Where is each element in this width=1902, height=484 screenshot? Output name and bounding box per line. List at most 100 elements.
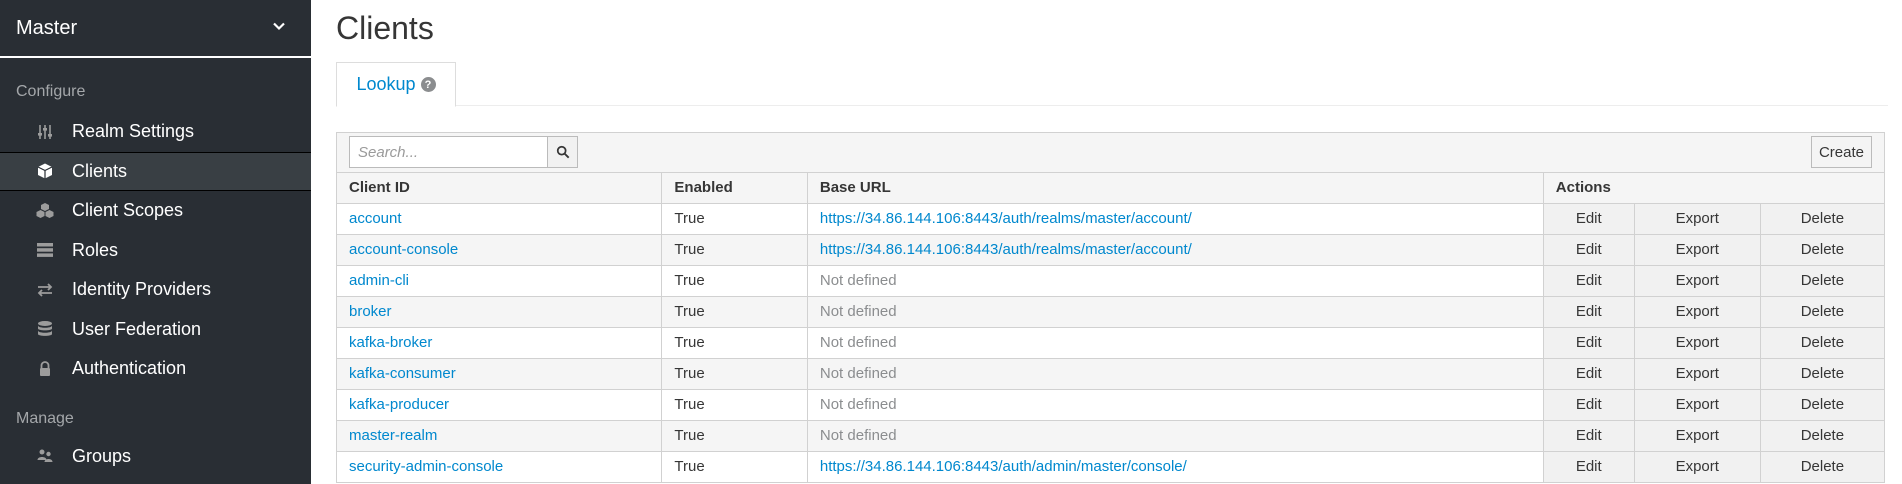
base-url-cell: Not defined bbox=[807, 389, 1544, 421]
export-button[interactable]: Export bbox=[1634, 358, 1761, 390]
sidebar-item-user-federation[interactable]: User Federation bbox=[0, 310, 311, 350]
client-id-link[interactable]: kafka-producer bbox=[349, 396, 449, 413]
sidebar-item-label: Identity Providers bbox=[72, 279, 212, 300]
base-url-cell: Not defined bbox=[807, 420, 1544, 452]
enabled-cell: True bbox=[661, 327, 808, 359]
export-button[interactable]: Export bbox=[1634, 203, 1761, 235]
manage-nav: Groups bbox=[0, 437, 311, 477]
edit-button[interactable]: Edit bbox=[1543, 234, 1635, 266]
delete-button[interactable]: Delete bbox=[1760, 296, 1884, 328]
base-url-link[interactable]: https://34.86.144.106:8443/auth/realms/m… bbox=[807, 234, 1544, 266]
realm-name: Master bbox=[16, 16, 78, 39]
delete-button[interactable]: Delete bbox=[1760, 265, 1884, 297]
create-button[interactable]: Create bbox=[1810, 136, 1872, 168]
edit-button[interactable]: Edit bbox=[1543, 420, 1635, 452]
client-id-link[interactable]: admin-cli bbox=[349, 272, 409, 289]
client-id-link[interactable]: account-console bbox=[349, 241, 458, 258]
sidebar-item-authentication[interactable]: Authentication bbox=[0, 349, 311, 389]
client-id-cell: broker bbox=[337, 296, 663, 328]
base-url-cell: Not defined bbox=[807, 265, 1544, 297]
tab-lookup-label: Lookup bbox=[356, 74, 416, 94]
configure-nav: Realm Settings Clients Client Scopes Roles I… bbox=[0, 112, 311, 389]
client-id-link[interactable]: security-admin-console bbox=[349, 458, 503, 475]
table-row: broker True Not defined Edit Export Delete bbox=[337, 296, 1884, 328]
client-id-cell: kafka-producer bbox=[337, 389, 663, 421]
base-url-cell: Not defined bbox=[807, 358, 1544, 390]
search-input[interactable] bbox=[349, 136, 547, 168]
app-layout: Master Configure Realm Settings Clients Cl… bbox=[0, 0, 1902, 484]
delete-button[interactable]: Delete bbox=[1760, 389, 1884, 421]
enabled-cell: True bbox=[661, 389, 808, 421]
tab-lookup[interactable]: Lookup ? bbox=[336, 62, 456, 107]
sidebar-item-client-scopes[interactable]: Client Scopes bbox=[0, 191, 311, 231]
table-row: security-admin-console True https://34.86.… bbox=[337, 451, 1884, 482]
sidebar-item-label: Client Scopes bbox=[72, 200, 184, 221]
edit-button[interactable]: Edit bbox=[1543, 358, 1635, 390]
client-id-cell: master-realm bbox=[337, 420, 663, 452]
manage-section-label: Manage bbox=[16, 409, 74, 427]
client-id-link[interactable]: master-realm bbox=[349, 427, 437, 444]
base-url-link[interactable]: https://34.86.144.106:8443/auth/realms/m… bbox=[807, 203, 1544, 235]
lock-icon bbox=[36, 360, 54, 378]
edit-button[interactable]: Edit bbox=[1543, 203, 1635, 235]
client-id-cell: security-admin-console bbox=[337, 451, 663, 482]
table-row: master-realm True Not defined Edit Export Del… bbox=[337, 420, 1884, 452]
delete-button[interactable]: Delete bbox=[1760, 451, 1884, 482]
delete-button[interactable]: Delete bbox=[1760, 327, 1884, 359]
export-button[interactable]: Export bbox=[1634, 265, 1761, 297]
delete-button[interactable]: Delete bbox=[1760, 203, 1884, 235]
search-button[interactable] bbox=[547, 136, 578, 168]
export-button[interactable]: Export bbox=[1634, 234, 1761, 266]
enabled-cell: True bbox=[661, 265, 808, 297]
client-id-cell: account bbox=[337, 203, 663, 235]
edit-button[interactable]: Edit bbox=[1543, 389, 1635, 421]
edit-button[interactable]: Edit bbox=[1543, 451, 1635, 482]
client-id-link[interactable]: account bbox=[349, 210, 402, 227]
clients-table-panel: Create Client ID Enabled Base URL Action… bbox=[336, 132, 1885, 483]
export-button[interactable]: Export bbox=[1634, 451, 1761, 482]
sidebar-item-clients[interactable]: Clients bbox=[0, 151, 311, 191]
export-button[interactable]: Export bbox=[1634, 420, 1761, 452]
delete-button[interactable]: Delete bbox=[1760, 420, 1884, 452]
page-title: Clients bbox=[336, 10, 434, 46]
enabled-cell: True bbox=[661, 203, 808, 235]
edit-button[interactable]: Edit bbox=[1543, 327, 1635, 359]
column-header-base-url[interactable]: Base URL bbox=[807, 173, 1544, 204]
export-button[interactable]: Export bbox=[1634, 327, 1761, 359]
sidebar-item-roles[interactable]: Roles bbox=[0, 231, 311, 271]
column-header-enabled[interactable]: Enabled bbox=[661, 173, 808, 204]
database-icon bbox=[36, 320, 54, 338]
enabled-cell: True bbox=[661, 358, 808, 390]
help-icon[interactable]: ? bbox=[420, 77, 436, 92]
edit-button[interactable]: Edit bbox=[1543, 265, 1635, 297]
sidebar-item-identity-providers[interactable]: Identity Providers bbox=[0, 270, 311, 310]
table-row: kafka-broker True Not defined Edit Export Del… bbox=[337, 327, 1884, 359]
search-icon bbox=[556, 145, 569, 159]
realm-selector[interactable]: Master bbox=[0, 0, 311, 58]
client-id-link[interactable]: kafka-broker bbox=[349, 334, 432, 351]
sidebar-item-groups[interactable]: Groups bbox=[0, 437, 311, 477]
table-toolbar: Create bbox=[337, 133, 1884, 173]
sidebar-item-label: Authentication bbox=[72, 358, 187, 379]
client-id-link[interactable]: broker bbox=[349, 303, 392, 320]
configure-section-label: Configure bbox=[16, 83, 86, 100]
delete-button[interactable]: Delete bbox=[1760, 358, 1884, 390]
chevron-down-icon bbox=[271, 17, 287, 40]
enabled-cell: True bbox=[661, 451, 808, 482]
sidebar-item-label: Roles bbox=[72, 239, 119, 260]
export-button[interactable]: Export bbox=[1634, 296, 1761, 328]
edit-button[interactable]: Edit bbox=[1543, 296, 1635, 328]
sidebar-item-realm-settings[interactable]: Realm Settings bbox=[0, 112, 311, 152]
search-box bbox=[349, 136, 578, 168]
table-row: kafka-producer True Not defined Edit Export D… bbox=[337, 389, 1884, 421]
table-header-row: Client ID Enabled Base URL Actions bbox=[337, 173, 1884, 204]
column-header-actions: Actions bbox=[1543, 173, 1884, 204]
client-id-link[interactable]: kafka-consumer bbox=[349, 365, 456, 382]
export-button[interactable]: Export bbox=[1634, 389, 1761, 421]
client-id-cell: kafka-broker bbox=[337, 327, 663, 359]
column-header-client-id[interactable]: Client ID bbox=[337, 173, 663, 204]
base-url-link[interactable]: https://34.86.144.106:8443/auth/admin/ma… bbox=[807, 451, 1544, 482]
base-url-cell: Not defined bbox=[807, 327, 1544, 359]
delete-button[interactable]: Delete bbox=[1760, 234, 1884, 266]
list-icon bbox=[36, 241, 54, 259]
